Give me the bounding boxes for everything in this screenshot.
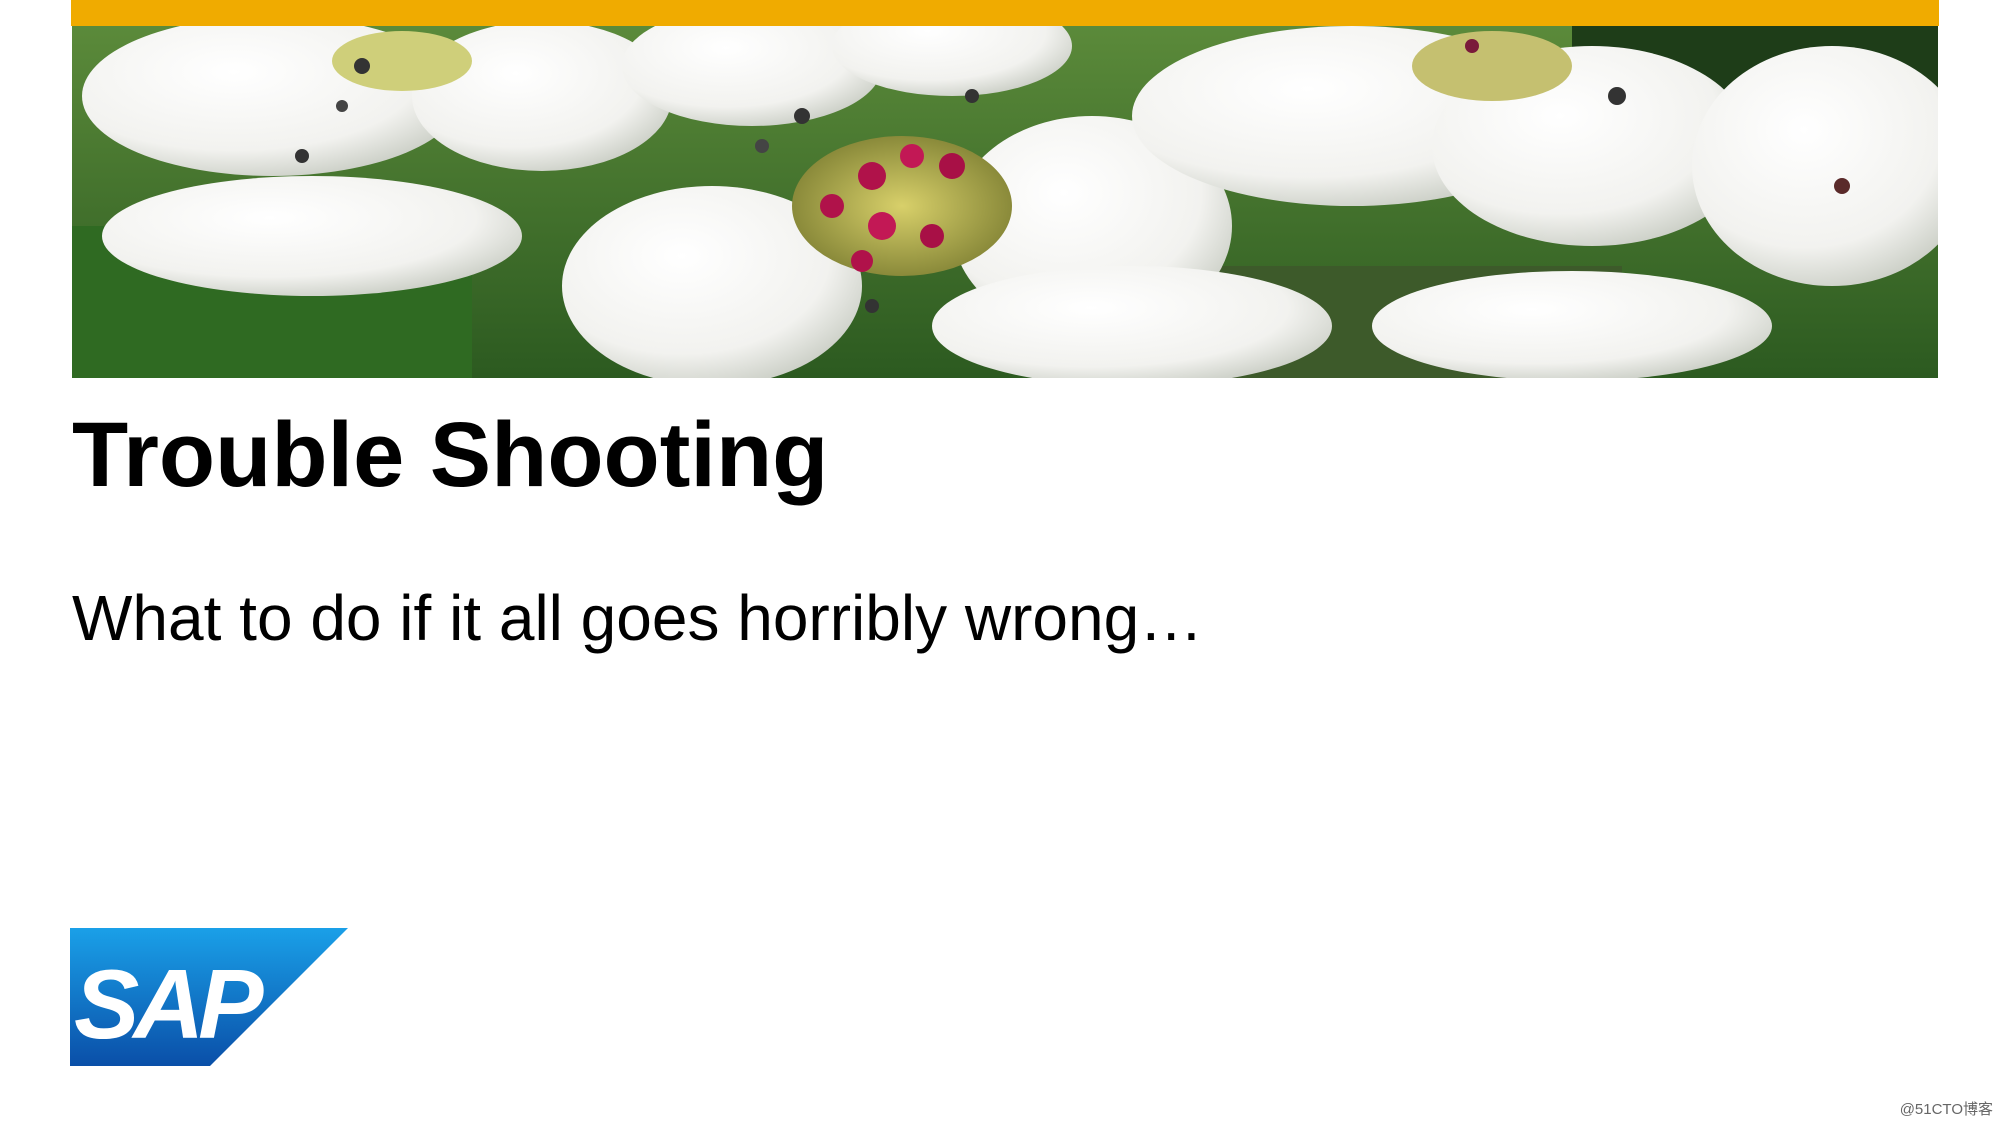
blossom-photo	[72, 26, 1938, 378]
slide-subtitle: What to do if it all goes horribly wrong…	[72, 582, 1204, 654]
sap-logo-text: SAP	[74, 949, 264, 1059]
sap-logo: SAP ®	[70, 928, 348, 1066]
banner-image	[72, 26, 1938, 378]
watermark: @51CTO博客	[1899, 1101, 1993, 1118]
accent-bar	[71, 0, 1939, 26]
registered-mark: ®	[242, 1045, 257, 1066]
sap-logo-mark: SAP ®	[70, 928, 348, 1066]
slide-title: Trouble Shooting	[72, 404, 829, 506]
slide: Trouble Shooting What to do if it all go…	[0, 0, 2001, 1125]
